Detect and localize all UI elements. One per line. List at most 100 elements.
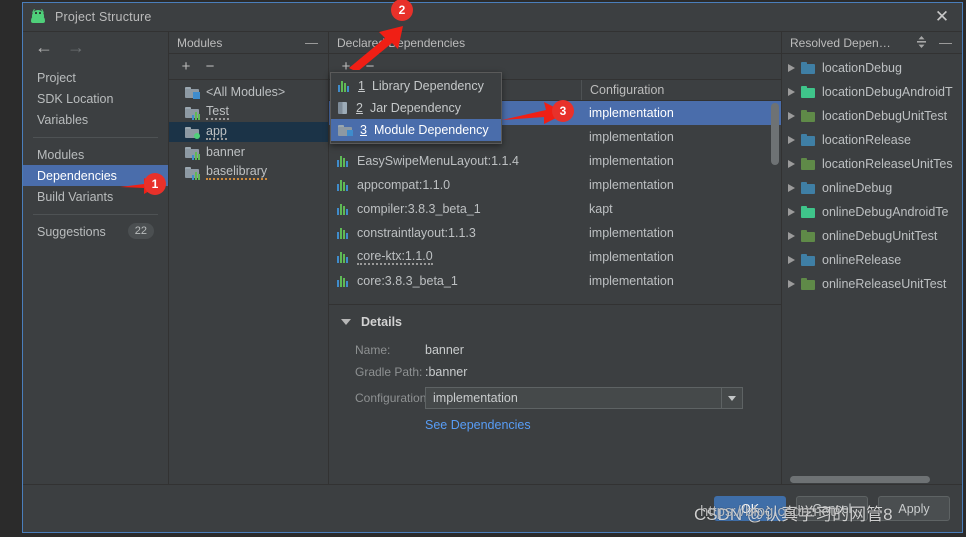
dependency-name-cell: EasySwipeMenuLayout:1.1.4: [329, 154, 581, 168]
library-bars-icon: [338, 80, 351, 92]
dependency-config-cell: kapt: [589, 202, 613, 216]
resolved-item-locationReleaseUnitTest[interactable]: locationReleaseUnitTes: [782, 152, 962, 176]
menu-item-library-dependency[interactable]: 1 Library Dependency: [331, 75, 501, 97]
dialog-title: Project Structure: [55, 10, 152, 24]
dependency-config-cell: implementation: [589, 178, 674, 192]
resolved-item-label: locationRelease: [822, 133, 911, 147]
see-dependencies-link[interactable]: See Dependencies: [425, 418, 531, 432]
chevron-right-icon[interactable]: [788, 160, 795, 168]
table-row[interactable]: core-ktx:1.1.0 implementation: [329, 245, 781, 269]
resolved-item-label: locationDebug: [822, 61, 902, 75]
sidebar-item-suggestions[interactable]: Suggestions 22: [23, 221, 168, 242]
minimize-icon[interactable]: —: [931, 36, 956, 49]
resolved-horizontal-scrollbar[interactable]: [782, 474, 962, 484]
sidebar-item-label: Variables: [37, 112, 89, 127]
menu-item-label: Module Dependency: [373, 123, 489, 137]
resolved-item-onlineDebugUnitTest[interactable]: onlineDebugUnitTest: [782, 224, 962, 248]
details-section: Details Name: banner Gradle Path: :banne…: [329, 304, 781, 484]
dialog-button-bar: OK Cancel Apply: [23, 484, 962, 532]
chevron-right-icon[interactable]: [788, 208, 795, 216]
dependency-name-label: appcompat:1.1.0: [357, 178, 451, 192]
jar-icon: [338, 102, 347, 114]
chevron-right-icon[interactable]: [788, 88, 795, 96]
app-module-folder-icon: [185, 126, 200, 139]
forward-arrow-icon[interactable]: →: [67, 38, 85, 56]
chevron-right-icon[interactable]: [788, 184, 795, 192]
sidebar-item-project[interactable]: Project: [23, 67, 168, 88]
table-row[interactable]: core:3.8.3_beta_1 implementation: [329, 269, 781, 293]
minimize-icon[interactable]: —: [301, 36, 322, 49]
variant-folder-icon: [801, 62, 816, 74]
menu-item-number: 2: [356, 101, 363, 115]
variant-folder-icon: [801, 182, 816, 194]
detail-row-see-dependencies: See Dependencies: [341, 413, 781, 437]
resolved-item-locationDebug[interactable]: locationDebug: [782, 56, 962, 80]
resolved-item-locationDebugUnitTest[interactable]: locationDebugUnitTest: [782, 104, 962, 128]
back-arrow-icon[interactable]: ←: [35, 38, 53, 56]
cancel-button[interactable]: Cancel: [796, 496, 868, 521]
scrollbar-thumb[interactable]: [790, 476, 930, 483]
menu-item-jar-dependency[interactable]: 2 Jar Dependency: [331, 97, 501, 119]
chevron-right-icon[interactable]: [788, 280, 795, 288]
module-item-baselibrary[interactable]: baselibrary: [169, 162, 328, 182]
chevron-right-icon[interactable]: [788, 112, 795, 120]
nav-divider: [33, 137, 158, 138]
configuration-select[interactable]: implementation: [425, 387, 743, 409]
close-icon[interactable]: ✕: [932, 7, 952, 27]
sidebar-item-label: SDK Location: [37, 91, 114, 106]
detail-row-configuration: Configuration: implementation: [341, 383, 781, 413]
resolved-item-onlineReleaseUnitTest[interactable]: onlineReleaseUnitTest: [782, 272, 962, 296]
sidebar-item-sdk-location[interactable]: SDK Location: [23, 88, 168, 109]
resolved-item-locationDebugAndroidTest[interactable]: locationDebugAndroidT: [782, 80, 962, 104]
module-folder-icon: [185, 166, 200, 180]
module-item-app[interactable]: app: [169, 122, 328, 142]
ok-button[interactable]: OK: [714, 496, 786, 521]
resolved-item-onlineRelease[interactable]: onlineRelease: [782, 248, 962, 272]
dependency-name-label: compiler:3.8.3_beta_1: [357, 202, 481, 216]
table-row[interactable]: compiler:3.8.3_beta_1 kapt: [329, 197, 781, 221]
module-item-all-modules[interactable]: <All Modules>: [169, 82, 328, 102]
sidebar-item-label: Dependencies: [37, 168, 117, 183]
resolved-item-onlineDebug[interactable]: onlineDebug: [782, 176, 962, 200]
table-row[interactable]: appcompat:1.1.0 implementation: [329, 173, 781, 197]
table-row[interactable]: EasySwipeMenuLayout:1.1.4 implementation: [329, 149, 781, 173]
modules-panel-title: Modules: [177, 35, 223, 50]
chevron-right-icon[interactable]: [788, 136, 795, 144]
chevron-right-icon[interactable]: [788, 64, 795, 72]
resolved-item-onlineDebugAndroidTest[interactable]: onlineDebugAndroidTe: [782, 200, 962, 224]
menu-item-number: 3: [360, 123, 367, 137]
dependency-name-label: core:3.8.3_beta_1: [357, 274, 458, 288]
resolved-item-label: locationDebugUnitTest: [822, 109, 948, 123]
chevron-right-icon[interactable]: [788, 256, 795, 264]
gradle-path-label: Gradle Path:: [355, 365, 423, 379]
modules-panel-header: Modules —: [169, 32, 328, 54]
add-module-button[interactable]: +: [175, 56, 197, 78]
table-row[interactable]: constraintlayout:1.1.3 implementation: [329, 221, 781, 245]
screen-root: Project Structure ✕ ← → Project SDK Loca…: [0, 0, 966, 537]
resolved-item-label: locationReleaseUnitTes: [822, 157, 953, 171]
column-header-configuration[interactable]: Configuration: [581, 80, 781, 100]
library-bars-icon: [337, 251, 350, 263]
apply-button[interactable]: Apply: [878, 496, 950, 521]
dependencies-vertical-scrollbar[interactable]: [771, 103, 779, 165]
module-item-label: Test: [206, 104, 229, 120]
chevron-right-icon[interactable]: [788, 232, 795, 240]
resolved-dependencies-header: Resolved Depen… —: [782, 32, 962, 54]
chevron-down-icon[interactable]: [721, 388, 742, 408]
menu-item-module-dependency[interactable]: 3 Module Dependency: [331, 119, 501, 141]
module-item-banner[interactable]: banner: [169, 142, 328, 162]
dependency-name-cell: compiler:3.8.3_beta_1: [329, 202, 581, 216]
library-bars-icon: [337, 155, 350, 167]
nav-divider: [33, 214, 158, 215]
all-modules-folder-icon: [185, 86, 200, 99]
remove-module-button[interactable]: −: [199, 56, 221, 78]
collapse-all-icon[interactable]: [912, 35, 931, 50]
details-header[interactable]: Details: [341, 315, 781, 329]
module-item-label: baselibrary: [206, 164, 268, 180]
resolved-item-locationRelease[interactable]: locationRelease: [782, 128, 962, 152]
module-item-test[interactable]: Test: [169, 102, 328, 122]
sidebar-item-modules[interactable]: Modules: [23, 144, 168, 165]
sidebar-item-label: Suggestions: [37, 224, 106, 239]
sidebar-item-variables[interactable]: Variables: [23, 109, 168, 130]
library-bars-icon: [337, 179, 350, 191]
